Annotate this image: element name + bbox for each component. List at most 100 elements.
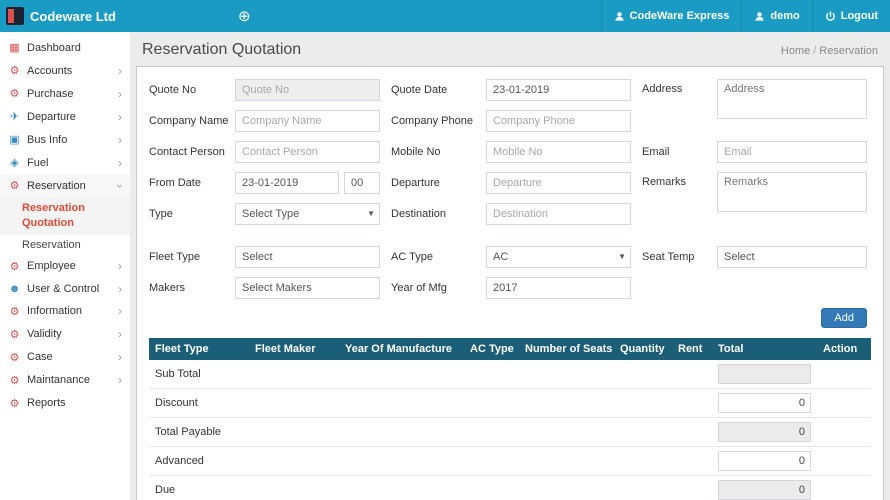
chevron-right-icon: › — [118, 112, 122, 122]
bus-icon: ▣ — [8, 133, 21, 146]
fleet-type-label: Fleet Type — [149, 251, 224, 263]
departure-input[interactable] — [486, 172, 631, 194]
breadcrumb-home[interactable]: Home — [781, 45, 810, 57]
contact-person-input[interactable] — [235, 141, 380, 163]
type-select[interactable]: Select Type ▼ — [235, 203, 380, 225]
caret-down-icon: ▼ — [367, 204, 375, 224]
address-label: Address — [642, 79, 706, 95]
gear-icon: ⚙ — [8, 305, 21, 318]
ac-type-select[interactable]: AC ▼ — [486, 246, 631, 268]
gear-icon: ⚙ — [8, 328, 21, 341]
year-of-mfg-label: Year of Mfg — [391, 282, 475, 294]
sidebar-item-purchase[interactable]: ⚙ Purchase › — [0, 82, 130, 105]
sidebar-item-employee[interactable]: ⚙ Employee › — [0, 255, 130, 278]
chevron-right-icon: › — [118, 135, 122, 145]
company-phone-label: Company Phone — [391, 115, 475, 127]
quote-date-input[interactable] — [486, 79, 631, 101]
destination-input[interactable] — [486, 203, 631, 225]
from-hour-input[interactable] — [344, 172, 380, 194]
col-rent: Rent — [672, 338, 712, 360]
sidebar-subitem-reservation[interactable]: Reservation — [0, 235, 130, 255]
chevron-right-icon: › — [118, 284, 122, 294]
circle-plus-icon: ⊕ — [238, 7, 251, 25]
sidebar-item-information[interactable]: ⚙ Information › — [0, 300, 130, 323]
sidebar-subitem-reservation-quotation[interactable]: Reservation Quotation — [0, 197, 130, 235]
gear-icon: ⚙ — [8, 374, 21, 387]
chevron-right-icon: › — [118, 66, 122, 76]
fuel-icon: ◈ — [8, 156, 21, 169]
discount-input[interactable] — [718, 393, 811, 413]
sidebar-item-bus-info[interactable]: ▣ Bus Info › — [0, 128, 130, 151]
company-name-input[interactable] — [235, 110, 380, 132]
company-menu[interactable]: CodeWare Express — [601, 0, 742, 32]
col-number-of-seats: Number of Seats — [519, 338, 614, 360]
user-menu[interactable]: demo — [741, 0, 811, 32]
add-button[interactable]: Add — [821, 308, 867, 328]
sidebar-item-fuel[interactable]: ◈ Fuel › — [0, 151, 130, 174]
makers-input[interactable] — [235, 277, 380, 299]
sub-total-input — [718, 364, 811, 384]
sidebar-item-maintanance[interactable]: ⚙ Maintanance › — [0, 369, 130, 392]
email-input[interactable] — [717, 141, 867, 163]
user-icon — [614, 11, 625, 22]
year-of-mfg-input[interactable] — [486, 277, 631, 299]
sidebar-item-departure[interactable]: ✈ Departure › — [0, 105, 130, 128]
caret-down-icon: ▼ — [618, 247, 626, 267]
sidebar-item-dashboard[interactable]: ▦ Dashboard — [0, 36, 130, 59]
user-icon — [754, 11, 765, 22]
from-date-label: From Date — [149, 177, 224, 189]
from-date-input[interactable] — [235, 172, 339, 194]
sidebar-item-reservation[interactable]: ⚙ Reservation › — [0, 174, 130, 197]
remarks-label: Remarks — [642, 172, 706, 188]
brand-logo-icon — [6, 7, 24, 25]
main-content: Reservation Quotation Home/Reservation Q… — [130, 32, 890, 500]
logout-button[interactable]: Logout — [812, 0, 890, 32]
nav-toggle-button[interactable]: ⊕ — [226, 0, 263, 32]
user-icon: ☻ — [8, 283, 21, 295]
gear-icon: ⚙ — [8, 260, 21, 273]
type-label: Type — [149, 208, 224, 220]
breadcrumb: Home/Reservation — [781, 45, 878, 57]
sidebar: ▦ Dashboard ⚙ Accounts › ⚙ Purchase › ✈ … — [0, 32, 130, 500]
due-input — [718, 480, 811, 500]
advanced-input[interactable] — [718, 451, 811, 471]
col-year-of-manufacture: Year Of Manufacture — [339, 338, 464, 360]
chevron-right-icon: › — [118, 261, 122, 271]
sub-total-label: Sub Total — [149, 360, 712, 389]
gear-icon: ⚙ — [8, 87, 21, 100]
col-quantity: Quantity — [614, 338, 672, 360]
sidebar-item-case[interactable]: ⚙ Case › — [0, 346, 130, 369]
col-ac-type: AC Type — [464, 338, 519, 360]
company-name-label: Company Name — [149, 115, 224, 127]
company-label: CodeWare Express — [630, 10, 730, 22]
seat-temp-input[interactable] — [717, 246, 867, 268]
due-label: Due — [149, 476, 712, 500]
table-row-sub-total: Sub Total — [149, 360, 871, 389]
col-action: Action — [817, 338, 871, 360]
email-label: Email — [642, 146, 706, 158]
top-header-bar: Codeware Ltd ⊕ CodeWare Express demo Log… — [0, 0, 890, 32]
col-fleet-maker: Fleet Maker — [249, 338, 339, 360]
ac-type-label: AC Type — [391, 251, 475, 263]
chevron-right-icon: › — [118, 306, 122, 316]
fleet-type-input[interactable] — [235, 246, 380, 268]
gear-icon: ⚙ — [8, 397, 21, 410]
power-icon — [825, 11, 836, 22]
sidebar-item-validity[interactable]: ⚙ Validity › — [0, 323, 130, 346]
remarks-textarea[interactable] — [717, 172, 867, 212]
col-total: Total — [712, 338, 817, 360]
chevron-right-icon: › — [118, 89, 122, 99]
company-phone-input[interactable] — [486, 110, 631, 132]
address-textarea[interactable] — [717, 79, 867, 119]
sidebar-item-accounts[interactable]: ⚙ Accounts › — [0, 59, 130, 82]
page-title: Reservation Quotation — [142, 41, 301, 59]
breadcrumb-current: Reservation — [819, 45, 878, 57]
brand[interactable]: Codeware Ltd — [0, 0, 130, 32]
username-label: demo — [770, 10, 799, 22]
chevron-down-icon: › — [115, 184, 125, 188]
quote-items-table: Fleet Type Fleet Maker Year Of Manufactu… — [149, 338, 871, 500]
mobile-no-input[interactable] — [486, 141, 631, 163]
sidebar-item-reports[interactable]: ⚙ Reports — [0, 392, 130, 415]
quotation-form-panel: Quote No Quote Date Address Company Name… — [136, 66, 884, 500]
sidebar-item-user-control[interactable]: ☻ User & Control › — [0, 278, 130, 300]
